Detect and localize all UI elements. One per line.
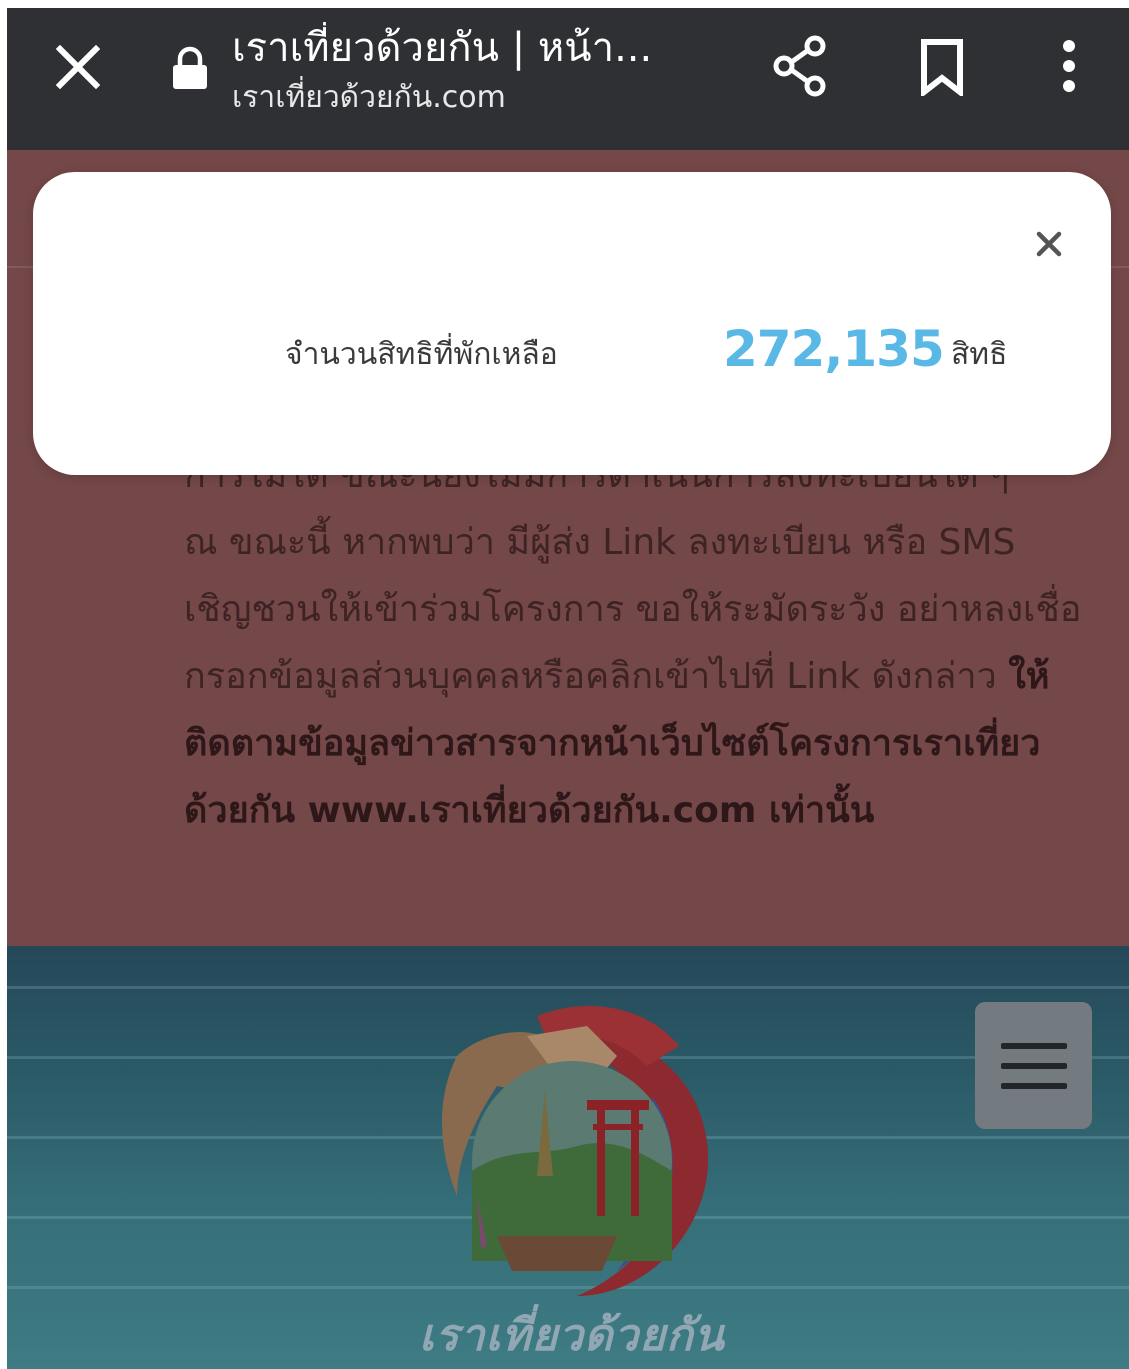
close-icon [56, 45, 100, 89]
browser-toolbar: เราเที่ยวด้วยกัน | หน้า... เราเที่ยวด้วย… [7, 8, 1129, 150]
browser-frame: เราเที่ยวด้วยกัน | หน้า... เราเที่ยวด้วย… [7, 8, 1129, 1369]
close-tab-button[interactable] [47, 36, 109, 98]
more-options-button[interactable] [1047, 30, 1091, 102]
close-icon [1036, 231, 1062, 257]
more-vert-icon [1063, 40, 1075, 92]
brand-text: เราเที่ยวด้วยกัน [419, 1310, 725, 1361]
notice-text: ณ ขณะนี้ หากพบว่า มีผู้ส่ง Link ลงทะเบีย… [184, 522, 1082, 697]
sea-wave [7, 986, 1129, 989]
share-button[interactable] [767, 30, 833, 102]
lock-icon [173, 46, 207, 89]
remaining-rights-unit: สิทธิ [951, 337, 1008, 372]
bookmark-button[interactable] [912, 32, 972, 102]
hamburger-menu-icon [1000, 1042, 1067, 1089]
site-logo[interactable] [417, 996, 727, 1316]
share-icon [773, 35, 826, 97]
remaining-rights-count: 272,135 [723, 320, 945, 378]
warning-notice: การไม่ได้ ขณะนี้ยังไม่มีการดำเนินการลงทะ… [184, 442, 1084, 844]
remaining-rights-label: จำนวนสิทธิที่พักเหลือ [285, 337, 558, 372]
menu-button[interactable] [975, 1002, 1092, 1129]
page-title: เราเที่ยวด้วยกัน | หน้า... [232, 25, 653, 71]
modal-close-button[interactable] [1029, 224, 1069, 264]
hero-banner: เราเที่ยวด้วยกัน [7, 946, 1129, 1369]
page-url[interactable]: เราเที่ยวด้วยกัน.com [232, 78, 732, 118]
bookmark-icon [921, 39, 963, 96]
remaining-rights-modal: จำนวนสิทธิที่พักเหลือ 272,135 สิทธิ [33, 172, 1111, 475]
